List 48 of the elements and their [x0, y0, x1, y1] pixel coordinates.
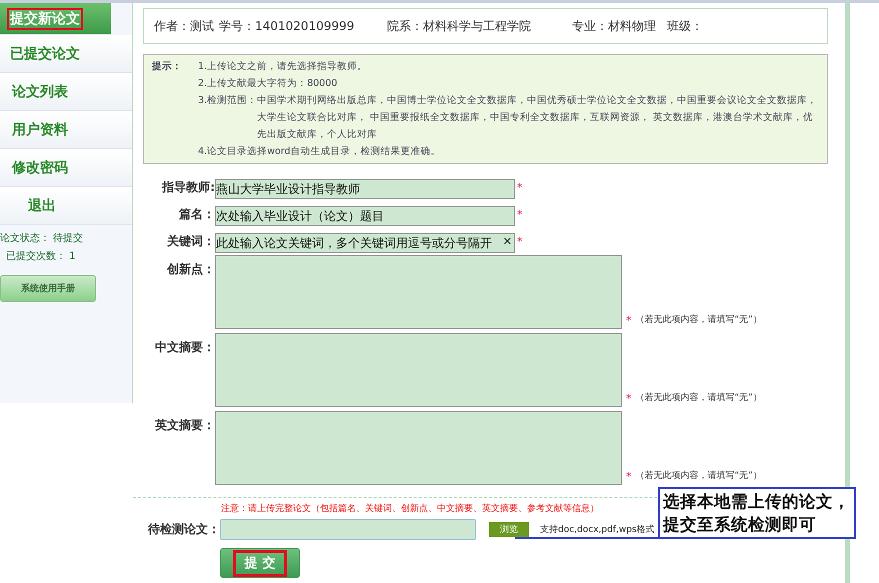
required-mark: * — [517, 208, 522, 221]
nav-item[interactable]: 提交新论文 — [0, 3, 111, 35]
required-mark: * — [626, 470, 632, 483]
hint-text: （若无此项内容，请填写“无”） — [636, 392, 762, 404]
notice-text: 注意：请上传完整论文（包括篇名、关键词、创新点、中文摘要、英文摘要、参考文献等信息） — [221, 504, 599, 515]
status-text: 论文状态： 待提交 — [0, 232, 84, 245]
tip-text: 4.论文目录选择word自动生成目录，检测结果更准确。 — [198, 145, 442, 159]
file-field[interactable] — [220, 519, 476, 540]
callout-text: 选择本地需上传的论文， — [663, 491, 851, 513]
tip-text: 1.上传论文之前，请先选择指导教师。 — [198, 60, 368, 74]
text-field[interactable]: 燕山大学毕业设计指导教师 — [215, 179, 515, 199]
format-text: 支持doc,docx,pdf,wps格式 — [540, 524, 655, 536]
field-label: 待检测论文： — [146, 521, 220, 538]
nav-item[interactable]: 论文列表 — [0, 73, 132, 111]
status-text: 已提交次数： 1 — [5, 250, 77, 263]
field-label: 英文摘要： — [154, 417, 215, 434]
tip-text: 中国学术期刊网络出版总库，中国博士学位论文全文数据库，中国优秀硕士学位论文全文数据，中国重要会议论文全文数据库，大学生论文联合比对库， 中国重要报纸全文数据库，中国专利全文数据库，互联网资源， 英文数据库，港澳台学术文献库，优先出版文献库，个人比对库 — [257, 94, 818, 142]
tips-label: 提示： — [152, 60, 183, 74]
required-mark: * — [517, 181, 522, 194]
hint-text: （若无此项内容，请填写“无”） — [636, 314, 762, 326]
nav-item[interactable]: 修改密码 — [0, 149, 132, 187]
user-info-text: 作者：测试 — [154, 18, 215, 34]
browse-button[interactable]: 浏览 — [489, 522, 529, 537]
nav-item[interactable]: 已提交论文 — [0, 35, 132, 73]
required-mark: * — [626, 392, 632, 405]
callout-text: 提交至系统检测即可 — [663, 514, 817, 536]
field-label: 关键词： — [166, 233, 215, 250]
field-label: 创新点： — [166, 261, 215, 278]
submit-button[interactable]: 提 交 — [220, 548, 300, 578]
user-info-text: 学号：1401020109999 — [219, 18, 356, 34]
required-mark: * — [626, 314, 632, 327]
text-area[interactable] — [215, 411, 622, 485]
text-area[interactable] — [215, 333, 622, 407]
field-label: 指导教师: — [160, 179, 215, 196]
nav-item[interactable]: 退出 — [0, 187, 132, 225]
hint-text: （若无此项内容，请填写“无”） — [636, 470, 762, 482]
tip-text: 3.检测范围： — [198, 94, 258, 108]
tip-text: 2.上传文献最大字符为：80000 — [198, 77, 338, 91]
field-label: 中文摘要： — [154, 339, 215, 356]
text-area[interactable] — [215, 255, 622, 329]
manual-button[interactable]: 系统使用手册 — [0, 275, 96, 302]
user-info-text: 班级： — [667, 18, 703, 34]
text-field[interactable]: 次处输入毕业设计（论文）题目 — [215, 206, 515, 226]
nav-item[interactable]: 用户资料 — [0, 111, 132, 149]
user-info-text: 院系：材料科学与工程学院 — [387, 18, 532, 34]
field-label: 篇名： — [178, 206, 215, 223]
required-mark: * — [517, 235, 522, 248]
user-info-text: 专业：材料物理 — [572, 18, 657, 34]
